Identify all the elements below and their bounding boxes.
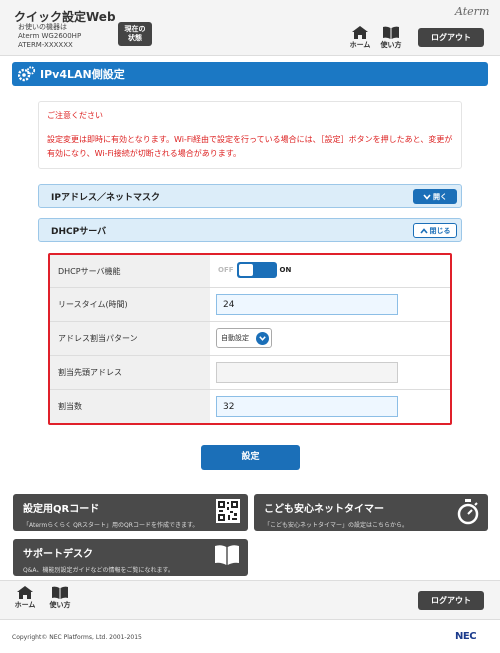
lease-time-label: リースタイム(時間): [50, 288, 210, 321]
table-row: アドレス割当パターン 自動設定: [50, 322, 450, 356]
current-status-line1: 現在の: [124, 25, 146, 33]
section-dhcp-label: DHCPサーバ: [51, 226, 107, 237]
support-card-title: サポートデスク: [23, 549, 93, 560]
table-row: 割当数 32: [50, 390, 450, 423]
header: クイック設定Web お使いの機器は Aterm WG2600HP ATERM-X…: [0, 0, 500, 56]
chevron-down-icon: [423, 193, 431, 200]
book-icon: [383, 26, 399, 39]
current-status-line2: 状態: [128, 34, 142, 42]
gear-icon: [18, 66, 36, 82]
stopwatch-icon: [457, 499, 479, 525]
home-nav[interactable]: ホーム: [347, 26, 373, 50]
assign-count-input[interactable]: 32: [216, 396, 398, 417]
book-icon: [215, 545, 239, 565]
book-icon: [52, 586, 68, 599]
notice-title: ご注意ください: [47, 111, 103, 120]
start-address-label: 割当先頭アドレス: [50, 356, 210, 389]
table-row: DHCPサーバ機能 OFF ON: [50, 255, 450, 288]
toggle-off-label: OFF: [218, 266, 234, 274]
timer-card-title: こども安心ネットタイマー: [264, 504, 384, 515]
assign-pattern-select[interactable]: 自動設定: [216, 328, 272, 348]
section-ip-netmask-label: IPアドレス／ネットマスク: [51, 192, 160, 203]
table-row: リースタイム(時間) 24: [50, 288, 450, 322]
notice-body: 設定変更は即時に有効となります。Wi-Fi経由で設定を行っている場合には、［設定…: [47, 135, 453, 158]
open-button-label: 開く: [433, 192, 447, 201]
current-status-button[interactable]: 現在の 状態: [118, 22, 152, 46]
assign-count-label: 割当数: [50, 390, 210, 423]
device-label: お使いの機器は: [18, 23, 67, 31]
page-title-bar: IPv4LAN側設定: [12, 62, 488, 86]
company-logo: NEC: [455, 631, 477, 642]
dhcp-settings-table: DHCPサーバ機能 OFF ON リースタイム(時間) 24 アドレス割当パター…: [48, 253, 452, 425]
footer-help-label: 使い方: [49, 601, 71, 609]
chevron-down-icon: [256, 332, 269, 345]
notice-box: ご注意ください 設定変更は即時に有効となります。Wi-Fi経由で設定を行っている…: [38, 101, 462, 169]
close-button-label: 閉じる: [429, 226, 451, 235]
close-button[interactable]: 閉じる: [413, 223, 457, 238]
page-title: IPv4LAN側設定: [40, 68, 125, 81]
footer-logout-button[interactable]: ログアウト: [418, 591, 484, 610]
table-row: 割当先頭アドレス: [50, 356, 450, 390]
home-icon: [17, 586, 33, 599]
assign-pattern-label: アドレス割当パターン: [50, 322, 210, 355]
qr-card-title: 設定用QRコード: [23, 504, 100, 515]
start-address-input: [216, 362, 398, 383]
footer-home-nav[interactable]: ホーム: [12, 586, 38, 610]
support-card-desc: Q&A、機能別設定ガイドなどの情報をご覧になれます。: [23, 567, 174, 574]
home-label: ホーム: [349, 41, 371, 49]
apply-button[interactable]: 設定: [201, 445, 300, 470]
open-button[interactable]: 開く: [413, 189, 457, 204]
dhcp-toggle[interactable]: OFF ON: [218, 262, 291, 278]
toggle-knob[interactable]: [238, 264, 253, 276]
toggle-on-label: ON: [279, 266, 292, 274]
assign-pattern-value: 自動設定: [221, 334, 249, 342]
logout-button[interactable]: ログアウト: [418, 28, 484, 47]
footer-home-label: ホーム: [14, 601, 36, 609]
section-ip-netmask[interactable]: IPアドレス／ネットマスク 開く: [38, 184, 462, 208]
qr-code-icon: [216, 499, 240, 523]
device-info: お使いの機器は Aterm WG2600HP ATERM-XXXXXX: [18, 23, 81, 50]
kids-timer-card[interactable]: こども安心ネットタイマー 「こども安心ネットタイマー」の設定はこちらから。: [254, 494, 488, 531]
qr-code-card[interactable]: 設定用QRコード 「Atermらくらく QRスタート」用のQRコードを作成できま…: [13, 494, 248, 531]
help-nav[interactable]: 使い方: [378, 26, 404, 50]
qr-card-desc: 「Atermらくらく QRスタート」用のQRコードを作成できます。: [23, 522, 199, 529]
timer-card-desc: 「こども安心ネットタイマー」の設定はこちらから。: [264, 522, 409, 529]
toggle-track[interactable]: [236, 262, 277, 278]
lease-time-input[interactable]: 24: [216, 294, 398, 315]
device-model: Aterm WG2600HP: [18, 32, 82, 40]
footer: ホーム 使い方 ログアウト: [0, 580, 500, 620]
dhcp-function-label: DHCPサーバ機能: [50, 255, 210, 287]
copyright: Copyright© NEC Platforms, Ltd. 2001-2015: [12, 634, 142, 641]
support-desk-card[interactable]: サポートデスク Q&A、機能別設定ガイドなどの情報をご覧になれます。: [13, 539, 248, 576]
footer-help-nav[interactable]: 使い方: [47, 586, 73, 610]
section-dhcp[interactable]: DHCPサーバ 閉じる: [38, 218, 462, 242]
help-label: 使い方: [380, 41, 402, 49]
home-icon: [352, 26, 368, 39]
chevron-up-icon: [419, 227, 428, 234]
device-id: ATERM-XXXXXX: [18, 41, 73, 49]
brand-logo: Aterm: [455, 5, 490, 18]
